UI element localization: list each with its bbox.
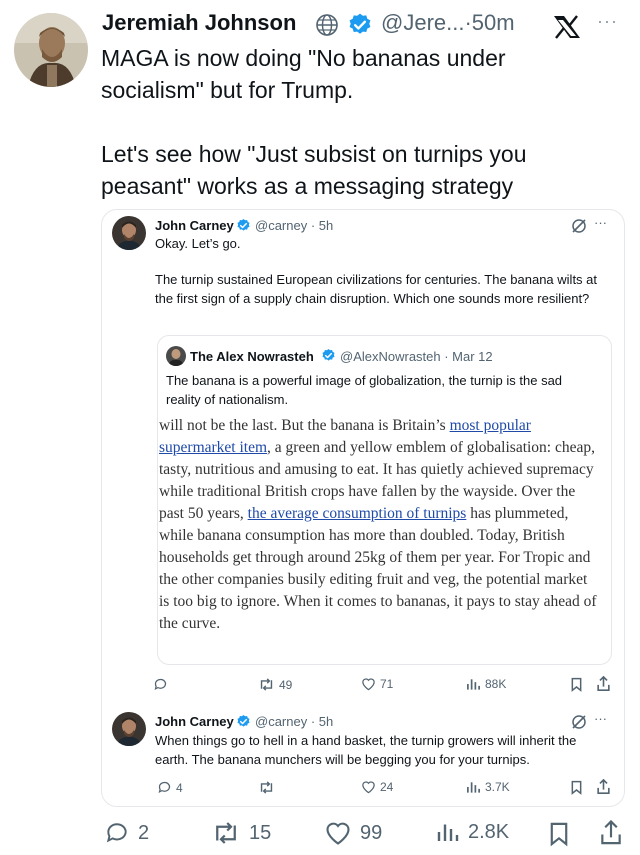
- grok-icon[interactable]: [571, 218, 587, 239]
- more-options-icon[interactable]: ···: [594, 215, 607, 230]
- reply-count: 4: [176, 780, 183, 795]
- views-count: 2.8K: [468, 820, 510, 843]
- like-count: 71: [380, 677, 394, 691]
- bookmark-icon[interactable]: [548, 821, 570, 852]
- repost-icon: [216, 822, 236, 844]
- repost-icon: [260, 678, 273, 691]
- post-text: MAGA is now doing "No bananas under soci…: [101, 45, 527, 199]
- avatar[interactable]: [166, 346, 186, 366]
- verified-badge-icon: [347, 12, 373, 43]
- article-screenshot: will not be the last. But the banana is …: [159, 415, 599, 635]
- reply-icon: [158, 781, 171, 794]
- author-handle[interactable]: @AlexNowrasteh · Mar 12: [340, 349, 493, 364]
- author-handle[interactable]: @carney · 5h: [255, 218, 333, 233]
- reply-button[interactable]: 2: [104, 820, 149, 846]
- author-handle[interactable]: @carney · 5h: [255, 714, 333, 729]
- avatar[interactable]: [112, 216, 146, 250]
- repost-button[interactable]: [258, 780, 279, 795]
- author-name[interactable]: Jeremiah Johnson: [102, 10, 296, 36]
- repost-count: 15: [249, 821, 272, 844]
- reply-icon: [154, 678, 167, 691]
- more-options-icon[interactable]: ···: [594, 711, 607, 726]
- like-button[interactable]: 99: [324, 820, 382, 846]
- avatar[interactable]: [112, 712, 146, 746]
- like-count: 24: [380, 780, 394, 794]
- like-button[interactable]: 71: [361, 677, 393, 691]
- share-icon[interactable]: [599, 819, 623, 851]
- reply-count: 2: [138, 821, 150, 844]
- reply-text: When things go to hell in a hand basket,…: [155, 733, 577, 767]
- nested-quote-text: The banana is a powerful image of global…: [166, 373, 563, 407]
- repost-count: 49: [279, 677, 293, 692]
- author-handle[interactable]: @Jere...·50m: [381, 10, 515, 36]
- quoted-text-intro: Okay. Let’s go.: [155, 236, 241, 251]
- article-link[interactable]: the average consumption of turnips: [248, 505, 467, 522]
- bookmark-icon[interactable]: [570, 677, 583, 697]
- more-options-icon[interactable]: ···: [597, 11, 618, 32]
- article-text: will not be the last. But the banana is …: [159, 417, 450, 434]
- avatar[interactable]: [14, 13, 88, 87]
- views-button[interactable]: 88K: [466, 677, 506, 691]
- share-icon[interactable]: [596, 675, 611, 697]
- heart-icon: [362, 678, 375, 691]
- views-button[interactable]: 2.8K: [436, 820, 509, 844]
- views-icon: [467, 782, 480, 793]
- article-text: has plummeted, while banana consumption …: [159, 505, 597, 632]
- bookmark-icon[interactable]: [570, 780, 583, 800]
- repost-button[interactable]: 49: [258, 677, 292, 692]
- author-name[interactable]: John Carney: [155, 714, 234, 729]
- views-count: 88K: [485, 677, 507, 691]
- share-icon[interactable]: [596, 778, 611, 800]
- repost-icon: [260, 781, 273, 794]
- views-icon: [437, 824, 459, 841]
- quoted-text-body: The turnip sustained European civilizati…: [155, 272, 598, 306]
- verified-badge-icon: [321, 348, 336, 368]
- author-name[interactable]: The Alex Nowrasteh: [190, 349, 314, 364]
- heart-icon: [326, 822, 350, 845]
- heart-icon: [362, 781, 375, 794]
- views-icon: [467, 679, 480, 690]
- repost-button[interactable]: 15: [211, 820, 271, 846]
- views-button[interactable]: 3.7K: [466, 780, 510, 794]
- reply-icon: [106, 823, 127, 843]
- like-count: 99: [360, 821, 383, 844]
- like-button[interactable]: 24: [361, 780, 393, 794]
- views-count: 3.7K: [485, 780, 510, 794]
- globe-icon: [315, 13, 339, 42]
- author-name[interactable]: John Carney: [155, 218, 234, 233]
- reply-button[interactable]: 4: [157, 780, 183, 795]
- reply-button[interactable]: [153, 677, 172, 692]
